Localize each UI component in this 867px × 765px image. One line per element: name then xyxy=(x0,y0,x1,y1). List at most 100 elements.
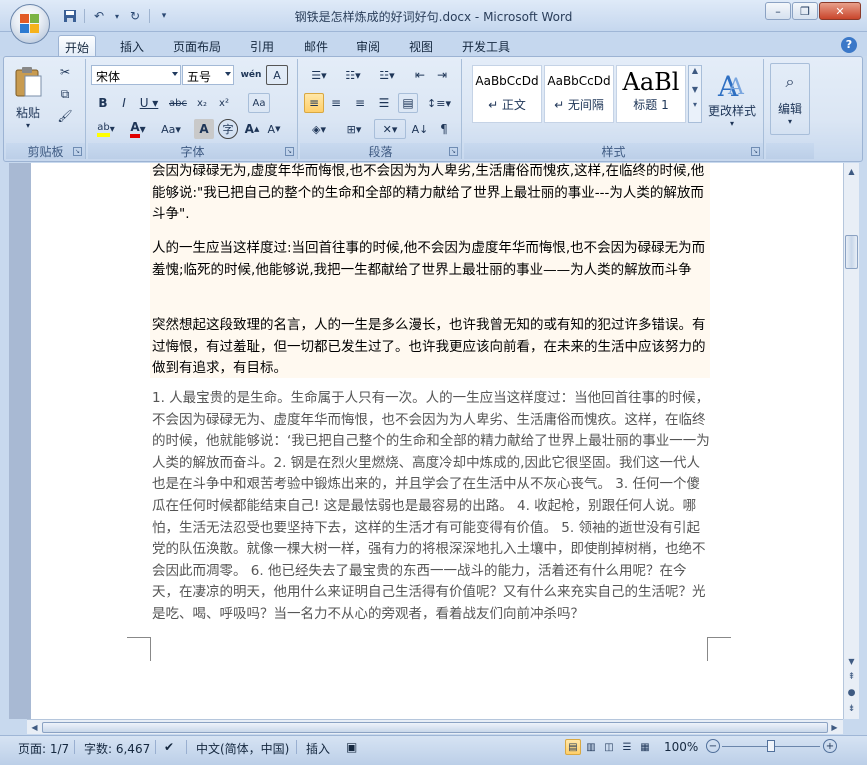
restore-icon[interactable]: ❐ xyxy=(792,2,818,20)
office-button[interactable] xyxy=(10,4,50,44)
scroll-right-icon[interactable]: ▶ xyxy=(827,720,842,734)
font-launcher-icon[interactable]: ↘ xyxy=(285,147,294,156)
tab-home[interactable]: 开始 xyxy=(58,35,97,56)
enclose-characters-icon[interactable]: 字 xyxy=(218,119,238,139)
clear-formatting-icon[interactable]: Aa xyxy=(248,93,270,113)
highlight-color-icon[interactable]: ab ▾ xyxy=(91,119,121,139)
shrink-font-icon[interactable]: A ▼ xyxy=(264,119,284,139)
font-size-combo[interactable]: 五号 xyxy=(182,65,234,85)
align-left-icon[interactable]: ≡ xyxy=(304,93,324,113)
full-screen-reading-icon[interactable]: ▥ xyxy=(583,739,599,755)
superscript-icon[interactable]: x² xyxy=(214,93,234,113)
previous-page-icon[interactable]: ⇞ xyxy=(844,669,859,685)
vertical-scrollbar[interactable]: ▲ ▼ ⇞ ● ⇟ xyxy=(843,163,859,719)
tab-references[interactable]: 引用 xyxy=(244,35,280,56)
line-spacing-icon[interactable]: ↕≡▾ xyxy=(424,93,454,113)
multilevel-list-icon[interactable]: ☳▾ xyxy=(371,65,403,85)
underline-icon[interactable]: U ▾ xyxy=(136,93,162,113)
change-case-icon[interactable]: Aa▾ xyxy=(156,119,186,139)
paragraph-2[interactable]: 人的一生应当这样度过:当回首往事的时候,他不会因为虚度年华而悔恨,也不会因为碌碌… xyxy=(152,238,710,281)
paste-label: 粘贴 xyxy=(15,106,40,120)
strikethrough-icon[interactable]: abc xyxy=(166,93,190,113)
minimize-icon[interactable]: – xyxy=(765,2,791,20)
align-center-icon[interactable]: ≡ xyxy=(326,93,346,113)
copy-icon[interactable]: ⧉ xyxy=(54,85,76,103)
language-indicator[interactable]: 中文(简体，中国) xyxy=(196,740,289,757)
web-layout-icon[interactable]: ◫ xyxy=(601,739,617,755)
justify-icon[interactable]: ☰ xyxy=(374,93,394,113)
bold-icon[interactable]: B xyxy=(93,93,113,113)
shading-icon[interactable]: ◈▾ xyxy=(303,119,335,139)
tab-developer[interactable]: 开发工具 xyxy=(456,35,516,56)
zoom-in-icon[interactable]: + xyxy=(823,739,837,753)
draft-view-icon[interactable]: ▦ xyxy=(637,739,653,755)
tab-view[interactable]: 视图 xyxy=(403,35,439,56)
outline-view-icon[interactable]: ☰ xyxy=(619,739,635,755)
italic-icon[interactable]: I xyxy=(114,93,134,113)
zoom-out-icon[interactable]: − xyxy=(706,739,720,753)
bullets-icon[interactable]: ☰▾ xyxy=(303,65,335,85)
print-layout-view-icon[interactable]: ▤ xyxy=(565,739,581,755)
insert-mode-indicator[interactable]: 插入 xyxy=(306,740,330,757)
paragraph-launcher-icon[interactable]: ↘ xyxy=(449,147,458,156)
scroll-left-icon[interactable]: ◀ xyxy=(27,720,42,734)
paragraph-3[interactable]: 突然想起这段致理的名言，人的一生是多么漫长，也许我曾无知的或有知的犯过许多错误。… xyxy=(152,315,710,380)
tab-insert[interactable]: 插入 xyxy=(114,35,150,56)
subscript-icon[interactable]: x₂ xyxy=(192,93,212,113)
title-bar: ↶ ▾ ↻ ▾ 钢铁是怎样炼成的好词好句.docx - Microsoft Wo… xyxy=(0,0,867,32)
word-count[interactable]: 字数: 6,467 xyxy=(84,740,150,757)
style-no-spacing-sample: AaBbCcDd xyxy=(547,74,611,88)
tab-review[interactable]: 审阅 xyxy=(350,35,386,56)
zoom-slider-thumb[interactable] xyxy=(767,740,775,752)
paste-button[interactable]: 粘贴 ▾ xyxy=(10,61,46,135)
font-name-combo[interactable]: 宋体 xyxy=(91,65,181,85)
align-right-icon[interactable]: ≡ xyxy=(350,93,370,113)
style-normal[interactable]: AaBbCcDd ↵ 正文 xyxy=(472,65,542,123)
page-count[interactable]: 页面: 1/7 xyxy=(18,740,69,757)
proofing-icon[interactable]: ✔ xyxy=(164,740,174,754)
borders-icon[interactable]: ⊞▾ xyxy=(338,119,370,139)
close-icon[interactable]: ✕ xyxy=(819,2,861,20)
scroll-up-icon[interactable]: ▲ xyxy=(844,163,859,179)
style-heading-1[interactable]: AaBl 标题 1 xyxy=(616,65,686,123)
style-no-spacing[interactable]: AaBbCcDd ↵ 无间隔 xyxy=(544,65,614,123)
tab-mailings[interactable]: 邮件 xyxy=(298,35,334,56)
vertical-scroll-thumb[interactable] xyxy=(845,235,858,269)
macro-record-icon[interactable]: ▣ xyxy=(346,740,357,754)
editing-button[interactable]: ⌕ 编辑 ▾ xyxy=(770,63,810,135)
horizontal-scrollbar[interactable]: ◀ ▶ xyxy=(27,719,843,734)
grow-font-icon[interactable]: A ▲ xyxy=(242,119,262,139)
help-icon[interactable]: ? xyxy=(841,37,857,53)
select-browse-object-icon[interactable]: ● xyxy=(844,685,859,701)
show-formatting-marks-icon[interactable]: ¶ xyxy=(434,119,454,139)
svg-text:A: A xyxy=(727,75,745,100)
chinese-layout-icon[interactable]: ✕▾ xyxy=(374,119,406,139)
document-page[interactable]: 会因为碌碌无为,虚度年华而悔恨,也不会因为为人卑劣,生活庸俗而愧疚,这样,在临终… xyxy=(31,163,843,719)
styles-launcher-icon[interactable]: ↘ xyxy=(751,147,760,156)
sort-icon[interactable]: A↓ xyxy=(410,119,430,139)
paragraph-4[interactable]: 1. 人最宝贵的是生命。生命属于人只有一次。人的一生应当这样度过：当他回首往事的… xyxy=(152,388,710,626)
editing-group: ⌕ 编辑 ▾ xyxy=(766,59,814,159)
change-styles-button[interactable]: A A 更改样式 ▾ xyxy=(704,63,760,135)
cut-icon[interactable]: ✂ xyxy=(54,63,76,81)
decrease-indent-icon[interactable]: ⇤ xyxy=(410,65,430,85)
zoom-level[interactable]: 100% xyxy=(664,740,698,754)
tab-page-layout[interactable]: 页面布局 xyxy=(167,35,227,56)
distributed-icon[interactable]: ▤ xyxy=(398,93,418,113)
increase-indent-icon[interactable]: ⇥ xyxy=(432,65,452,85)
next-page-icon[interactable]: ⇟ xyxy=(844,701,859,717)
numbering-icon[interactable]: ☷▾ xyxy=(337,65,369,85)
character-border-icon[interactable]: A xyxy=(266,65,288,85)
scroll-down-icon[interactable]: ▼ xyxy=(844,653,859,669)
paragraph-group-label: 段落 xyxy=(300,143,461,159)
phonetic-guide-icon[interactable]: wén xyxy=(240,65,262,85)
document-area: 会因为碌碌无为,虚度年华而悔恨,也不会因为为人卑劣,生活庸俗而愧疚,这样,在临终… xyxy=(9,163,843,719)
clipboard-launcher-icon[interactable]: ↘ xyxy=(73,147,82,156)
editing-label: 编辑 xyxy=(777,102,802,116)
format-painter-icon[interactable]: 🖌 xyxy=(54,107,76,125)
character-shading-icon[interactable]: A xyxy=(194,119,214,139)
paragraph-1[interactable]: 会因为碌碌无为,虚度年华而悔恨,也不会因为为人卑劣,生活庸俗而愧疚,这样,在临终… xyxy=(152,163,710,226)
horizontal-scroll-thumb[interactable] xyxy=(42,722,828,733)
font-color-icon[interactable]: A ▾ xyxy=(124,119,152,139)
styles-gallery-scroll[interactable]: ▲ ▼ ▾ xyxy=(688,65,702,123)
